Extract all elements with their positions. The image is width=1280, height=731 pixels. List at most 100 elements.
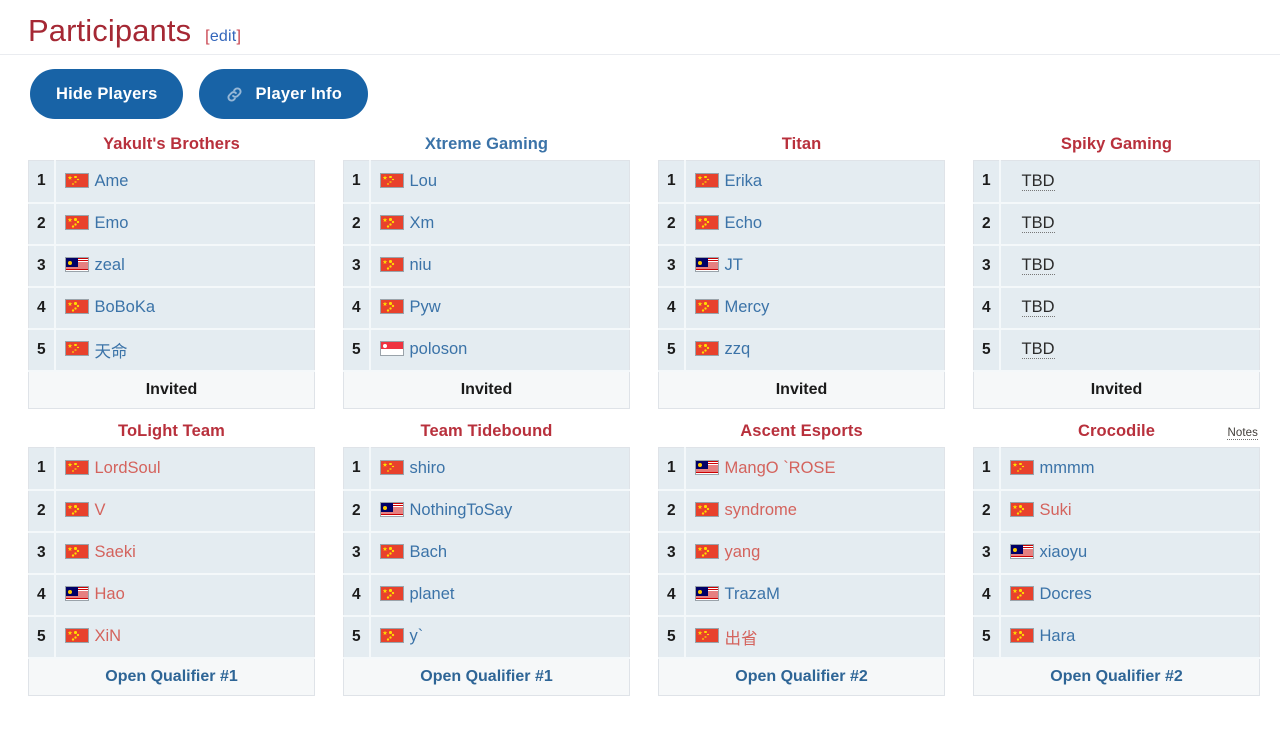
qualification-label[interactable]: Open Qualifier #1 (420, 668, 552, 685)
player-rank: 4 (973, 573, 1001, 617)
player-name-link[interactable]: Hara (1040, 627, 1076, 645)
player-cell: zeal (54, 244, 315, 288)
player-name-link[interactable]: TrazaM (725, 585, 780, 603)
player-name-link[interactable]: NothingToSay (410, 501, 513, 519)
table-row: 3 yang (658, 531, 945, 575)
table-row: 3 Bach (343, 531, 630, 575)
player-name-link[interactable]: BoBoKa (95, 298, 156, 316)
flag-cn-icon (64, 215, 89, 231)
player-name-link[interactable]: XiN (95, 627, 122, 645)
player-name-link[interactable]: V (95, 501, 106, 519)
player-cell: Suki (999, 489, 1260, 533)
player-name-link[interactable]: mmmm (1040, 459, 1095, 477)
flag-cn-icon (64, 340, 89, 356)
player-name-link[interactable]: Suki (1040, 501, 1072, 519)
qualification-label: Invited (775, 380, 828, 398)
team-roster-table: 1 Ame 2 Emo 3 zeal 4 BoBoKa 5 天命 Invited (28, 160, 315, 410)
player-name-link[interactable]: Mercy (725, 298, 770, 316)
team-name-link[interactable]: ToLight Team (118, 422, 225, 440)
edit-section-link: [edit] (205, 28, 241, 46)
qualification-label[interactable]: Open Qualifier #1 (105, 668, 237, 685)
player-name-link[interactable]: niu (410, 256, 432, 274)
table-row: 4 planet (343, 573, 630, 617)
table-row: 4 Docres (973, 573, 1260, 617)
player-name-link[interactable]: poloson (410, 340, 468, 358)
team-name-link[interactable]: Xtreme Gaming (425, 135, 548, 153)
player-cell: zzq (684, 328, 945, 372)
team-name-link[interactable]: Ascent Esports (740, 422, 862, 440)
player-cell: V (54, 489, 315, 533)
player-cell: BoBoKa (54, 286, 315, 330)
player-name-link[interactable]: zzq (725, 340, 751, 358)
flag-cn-icon (379, 172, 404, 188)
flag-cn-icon (694, 299, 719, 315)
flag-cn-icon (379, 299, 404, 315)
player-rank: 4 (28, 573, 56, 617)
player-name-link[interactable]: JT (725, 256, 743, 274)
table-row: 2 TBD (973, 202, 1260, 246)
flag-cn-icon (379, 628, 404, 644)
team-name-link[interactable]: Team Tidebound (421, 422, 553, 440)
qualification-label[interactable]: Open Qualifier #2 (735, 668, 867, 685)
player-cell: Echo (684, 202, 945, 246)
team-name-link[interactable]: Crocodile (1078, 422, 1155, 440)
player-rank: 4 (658, 286, 686, 330)
player-name-link[interactable]: zeal (95, 256, 125, 274)
player-name-link[interactable]: planet (410, 585, 455, 603)
player-name-link[interactable]: Docres (1040, 585, 1092, 603)
player-name-link[interactable]: shiro (410, 459, 446, 477)
player-name-link[interactable]: Echo (725, 214, 763, 232)
team-header: ToLight Team (28, 418, 315, 447)
player-name-link[interactable]: 出省 (725, 630, 758, 648)
table-row: 3 JT (658, 244, 945, 288)
table-row: 4 BoBoKa (28, 286, 315, 330)
player-name-link[interactable]: Erika (725, 172, 763, 190)
participants-toolbar: Hide Players Player Info (0, 55, 1280, 129)
team-name-link[interactable]: Spiky Gaming (1061, 135, 1172, 153)
team-card: Titan 1 Erika 2 Echo 3 JT 4 Mercy 5 zzq Invited (658, 131, 945, 410)
player-name-link[interactable]: Hao (95, 585, 125, 603)
qualification-label[interactable]: Open Qualifier #2 (1050, 668, 1182, 685)
team-roster-table: 1 Lou 2 Xm 3 niu 4 Pyw 5 poloson Invited (343, 160, 630, 410)
player-name-link[interactable]: 天命 (95, 343, 128, 361)
player-rank: 1 (973, 447, 1001, 491)
hide-players-button[interactable]: Hide Players (30, 69, 184, 120)
player-name-link[interactable]: xiaoyu (1040, 543, 1088, 561)
edit-link[interactable]: edit (210, 28, 237, 45)
table-row: 5 zzq (658, 328, 945, 372)
player-cell: niu (369, 244, 630, 288)
player-name-link[interactable]: Bach (410, 543, 448, 561)
player-name-link[interactable]: Emo (95, 214, 129, 232)
player-name-link[interactable]: Xm (410, 214, 435, 232)
player-name-link[interactable]: Lou (410, 172, 438, 190)
player-name-link[interactable]: yang (725, 543, 761, 561)
player-cell: Pyw (369, 286, 630, 330)
player-name-link[interactable]: MangO `ROSE (725, 459, 836, 477)
player-name-link[interactable]: Ame (95, 172, 129, 190)
flag-cn-icon (379, 257, 404, 273)
player-cell: TBD (999, 244, 1260, 288)
player-rank: 2 (973, 489, 1001, 533)
player-name-link[interactable]: y` (410, 627, 424, 645)
player-info-button[interactable]: Player Info (199, 69, 369, 120)
player-rank: 4 (343, 286, 371, 330)
team-notes-tooltip[interactable]: Notes (1227, 427, 1258, 441)
team-header: Spiky Gaming (973, 131, 1260, 160)
team-header: Yakult's Brothers (28, 131, 315, 160)
table-row: 4 Hao (28, 573, 315, 617)
flag-cn-icon (379, 586, 404, 602)
table-row: 4 TrazaM (658, 573, 945, 617)
player-name-link[interactable]: Pyw (410, 298, 441, 316)
team-card: Crocodile Notes 1 mmmm 2 Suki 3 xiaoyu 4 Docres 5 H… (973, 418, 1260, 697)
flag-cn-icon (64, 299, 89, 315)
table-row: 3 Saeki (28, 531, 315, 575)
table-row: 5 XiN (28, 615, 315, 659)
table-row: 2 NothingToSay (343, 489, 630, 533)
player-name-link[interactable]: syndrome (725, 501, 797, 519)
team-name-link[interactable]: Yakult's Brothers (103, 135, 240, 153)
qualification-label: Invited (145, 380, 198, 398)
player-name-link[interactable]: LordSoul (95, 459, 161, 477)
team-name-link[interactable]: Titan (782, 135, 822, 153)
player-name-link[interactable]: Saeki (95, 543, 136, 561)
player-rank: 4 (973, 286, 1001, 330)
